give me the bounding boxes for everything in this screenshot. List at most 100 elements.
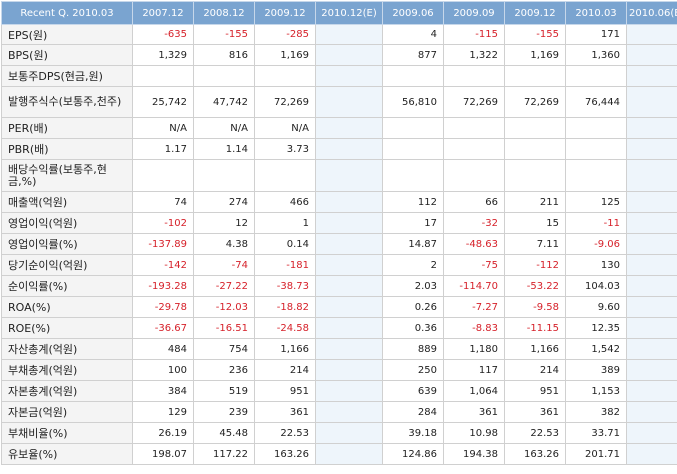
table-cell bbox=[132, 65, 194, 87]
table-cell bbox=[315, 275, 383, 297]
table-cell: 1 bbox=[254, 212, 316, 234]
table-cell: 1,542 bbox=[565, 338, 627, 360]
table-cell: 47,742 bbox=[193, 86, 255, 118]
row-label: 매출액(억원) bbox=[1, 191, 133, 213]
table-row: BPS(원) 1,329 816 1,169 877 1,322 1,169 1,360 bbox=[1, 44, 677, 66]
table-cell: 1,322 bbox=[443, 44, 505, 66]
table-cell: -29.78 bbox=[132, 296, 194, 318]
table-cell bbox=[315, 359, 383, 381]
table-cell: 519 bbox=[193, 380, 255, 402]
table-row: 부채비율(%) 26.19 45.48 22.53 39.18 10.98 22.53 33.… bbox=[1, 422, 677, 444]
table-cell: -36.67 bbox=[132, 317, 194, 339]
row-label: 순이익률(%) bbox=[1, 275, 133, 297]
table-cell: 129 bbox=[132, 401, 194, 423]
table-cell bbox=[626, 422, 677, 444]
table-row: PER(배) N/A N/A N/A bbox=[1, 117, 677, 139]
table-cell: 163.26 bbox=[504, 443, 566, 465]
table-cell: 117.22 bbox=[193, 443, 255, 465]
table-cell: -112 bbox=[504, 254, 566, 276]
table-cell: 198.07 bbox=[132, 443, 194, 465]
table-cell: 1,166 bbox=[254, 338, 316, 360]
table-row: ROE(%) -36.67 -16.51 -24.58 0.36 -8.83 -11.15 1… bbox=[1, 317, 677, 339]
table-row: 당기순이익(억원) -142 -74 -181 2 -75 -112 130 bbox=[1, 254, 677, 276]
table-cell: 22.53 bbox=[504, 422, 566, 444]
table-cell: 274 bbox=[193, 191, 255, 213]
table-cell: 125 bbox=[565, 191, 627, 213]
table-cell: -155 bbox=[504, 24, 566, 45]
table-cell bbox=[626, 24, 677, 45]
table-cell: 214 bbox=[254, 359, 316, 381]
table-cell bbox=[443, 65, 505, 87]
header-period-label: Recent Q. 2010.03 bbox=[1, 1, 133, 25]
table-cell: 45.48 bbox=[193, 422, 255, 444]
table-cell: 0.14 bbox=[254, 233, 316, 255]
column-header: 2009.12 bbox=[254, 1, 316, 25]
table-cell: 72,269 bbox=[504, 86, 566, 118]
table-cell: 951 bbox=[254, 380, 316, 402]
table-cell: 389 bbox=[565, 359, 627, 381]
table-cell: 1.14 bbox=[193, 138, 255, 160]
row-label: 유보율(%) bbox=[1, 443, 133, 465]
table-cell: -24.58 bbox=[254, 317, 316, 339]
table-cell bbox=[382, 159, 444, 192]
table-cell bbox=[193, 65, 255, 87]
table-cell bbox=[315, 443, 383, 465]
table-cell bbox=[565, 65, 627, 87]
table-cell: 76,444 bbox=[565, 86, 627, 118]
table-cell: 74 bbox=[132, 191, 194, 213]
table-cell: 4.38 bbox=[193, 233, 255, 255]
table-cell bbox=[315, 212, 383, 234]
table-cell bbox=[315, 338, 383, 360]
table-cell: 1,180 bbox=[443, 338, 505, 360]
table-cell: 15 bbox=[504, 212, 566, 234]
table-cell: 1,153 bbox=[565, 380, 627, 402]
table-cell: 361 bbox=[443, 401, 505, 423]
table-cell bbox=[626, 401, 677, 423]
table-cell: -53.22 bbox=[504, 275, 566, 297]
table-cell: 1,169 bbox=[254, 44, 316, 66]
row-label: 부채비율(%) bbox=[1, 422, 133, 444]
table-cell: -18.82 bbox=[254, 296, 316, 318]
table-cell: -181 bbox=[254, 254, 316, 276]
table-cell bbox=[626, 159, 677, 192]
table-cell bbox=[315, 44, 383, 66]
table-body: EPS(원) -635 -155 -285 4 -115 -155 171 BPS(원) 1,32… bbox=[1, 24, 677, 465]
table-cell: -635 bbox=[132, 24, 194, 45]
table-cell: 382 bbox=[565, 401, 627, 423]
table-row: 부채총계(억원) 100 236 214 250 117 214 389 bbox=[1, 359, 677, 381]
table-cell bbox=[443, 159, 505, 192]
column-header: 2009.09 bbox=[443, 1, 505, 25]
table-cell bbox=[315, 191, 383, 213]
table-cell: 889 bbox=[382, 338, 444, 360]
table-cell bbox=[315, 380, 383, 402]
table-cell: 2.03 bbox=[382, 275, 444, 297]
row-label: PBR(배) bbox=[1, 138, 133, 160]
table-row: 배당수익률(보통주,현금,%) bbox=[1, 159, 677, 192]
table-cell bbox=[626, 138, 677, 160]
table-cell bbox=[565, 159, 627, 192]
table-cell: 117 bbox=[443, 359, 505, 381]
table-cell: -12.03 bbox=[193, 296, 255, 318]
table-cell: -193.28 bbox=[132, 275, 194, 297]
table-cell bbox=[626, 117, 677, 139]
table-cell bbox=[626, 443, 677, 465]
table-cell: -74 bbox=[193, 254, 255, 276]
table-cell: 1,360 bbox=[565, 44, 627, 66]
table-cell bbox=[254, 65, 316, 87]
table-cell bbox=[626, 338, 677, 360]
table-cell: -102 bbox=[132, 212, 194, 234]
table-cell: -8.83 bbox=[443, 317, 505, 339]
table-row: 발행주식수(보통주,천주) 25,742 47,742 72,269 56,810 72,… bbox=[1, 86, 677, 118]
table-cell: 3.73 bbox=[254, 138, 316, 160]
table-cell: 7.11 bbox=[504, 233, 566, 255]
table-cell bbox=[315, 317, 383, 339]
table-cell bbox=[626, 44, 677, 66]
table-cell: 0.36 bbox=[382, 317, 444, 339]
table-cell bbox=[504, 117, 566, 139]
table-cell: -7.27 bbox=[443, 296, 505, 318]
table-cell bbox=[315, 401, 383, 423]
table-cell bbox=[626, 191, 677, 213]
table-row: 매출액(억원) 74 274 466 112 66 211 125 bbox=[1, 191, 677, 213]
table-cell: 9.60 bbox=[565, 296, 627, 318]
table-cell bbox=[382, 65, 444, 87]
